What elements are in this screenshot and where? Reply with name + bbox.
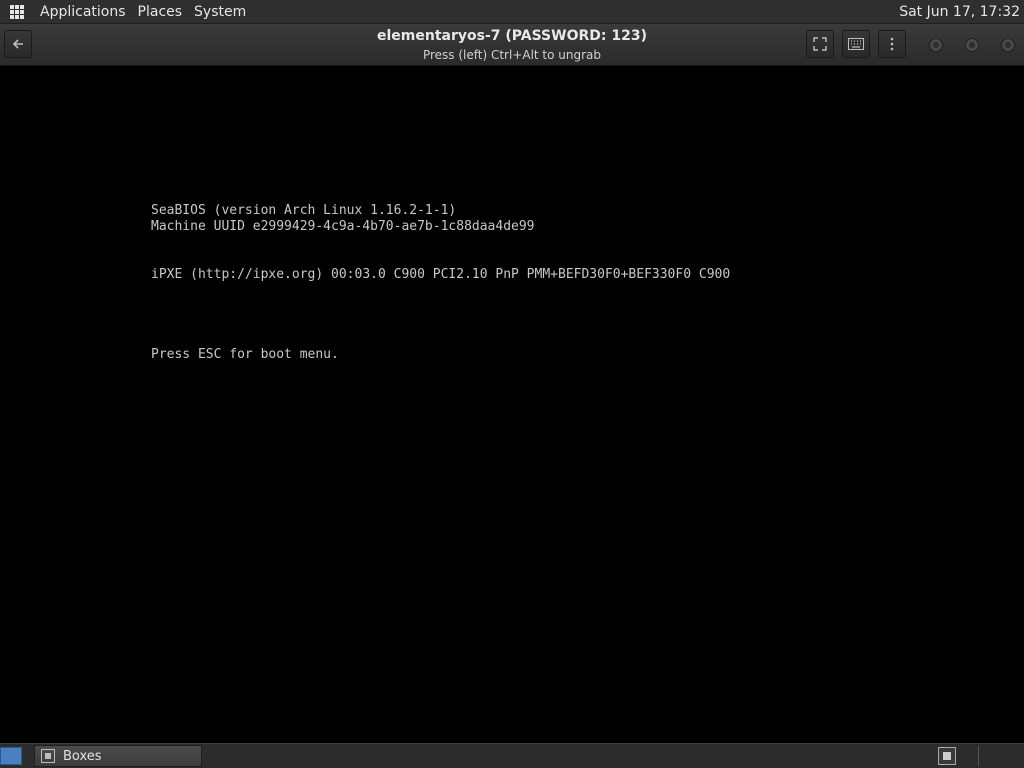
tray-app-icon[interactable] [938,747,956,765]
keyboard-icon [848,38,864,50]
console-line: Press ESC for boot menu. [151,347,339,362]
applications-grid-icon[interactable] [10,4,24,19]
tray-separator [978,746,979,766]
taskbar-item-boxes[interactable]: Boxes [34,745,202,767]
maximize-button[interactable] [965,38,979,52]
console-line: SeaBIOS (version Arch Linux 1.16.2-1-1) [151,203,457,218]
close-button[interactable] [1001,38,1015,52]
boxes-icon [41,749,55,763]
console-line: iPXE (http://ipxe.org) 00:03.0 C900 PCI2… [151,267,731,282]
clock[interactable]: Sat Jun 17, 17:32 [899,4,1024,20]
back-arrow-icon [12,39,23,49]
menu-system[interactable]: System [188,0,252,24]
window-title: elementaryos-7 (PASSWORD: 123) [377,28,647,44]
taskbar: Boxes [0,743,1024,768]
menu-button[interactable] [878,30,906,58]
menu-dots-icon [890,37,894,51]
window-subtitle: Press (left) Ctrl+Alt to ungrab [422,48,602,62]
back-button[interactable] [4,30,32,58]
vm-display[interactable]: SeaBIOS (version Arch Linux 1.16.2-1-1) … [0,66,1024,743]
header-bar: elementaryos-7 (PASSWORD: 123) Press (le… [0,24,1024,66]
show-desktop-button[interactable] [0,747,22,765]
taskbar-item-label: Boxes [63,748,102,764]
minimize-button[interactable] [929,38,943,52]
title-block: elementaryos-7 (PASSWORD: 123) Press (le… [262,26,762,64]
menu-places[interactable]: Places [132,0,189,24]
fullscreen-button[interactable] [806,30,834,58]
keyboard-button[interactable] [842,30,870,58]
top-panel: Applications Places System Sat Jun 17, 1… [0,0,1024,24]
fullscreen-icon [813,37,827,51]
menu-applications[interactable]: Applications [34,0,132,24]
console-line: Machine UUID e2999429-4c9a-4b70-ae7b-1c8… [151,219,535,234]
